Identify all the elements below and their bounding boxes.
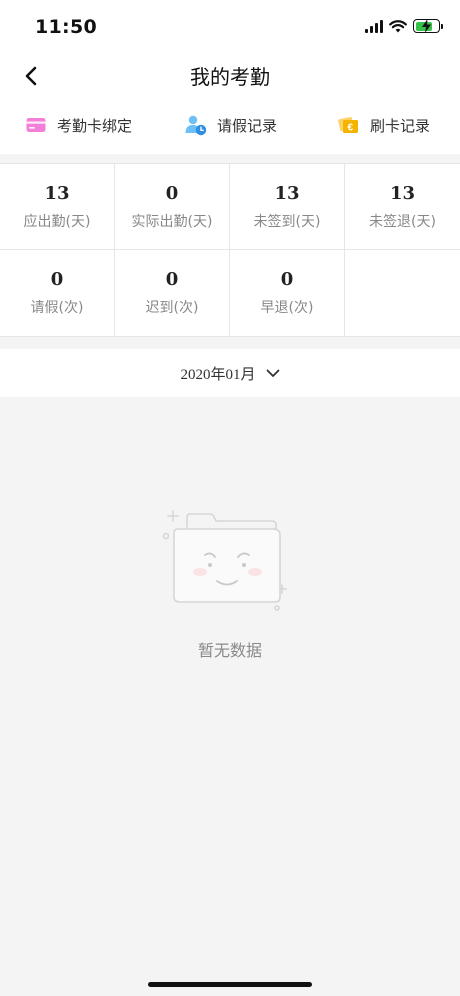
empty-state: 暂无数据 (0, 505, 460, 661)
attendance-stats: 13 应出勤(天) 0 实际出勤(天) 13 未签到(天) 13 未签退(天) … (0, 163, 460, 337)
swipe-records-button[interactable]: € 刷卡记录 (338, 96, 430, 154)
stat-label: 实际出勤(天) (131, 213, 213, 230)
stat-label: 早退(次) (260, 300, 314, 316)
card-binding-button[interactable]: 考勤卡绑定 (25, 96, 132, 154)
stat-not-signed-in: 13 未签到(天) (230, 164, 345, 250)
stat-expected-attendance: 13 应出勤(天) (0, 164, 115, 250)
stat-value: 13 (274, 182, 300, 204)
stat-leave: 0 请假(次) (0, 250, 115, 336)
svg-text:€: € (348, 123, 354, 134)
month-selector[interactable]: 2020年01月 (0, 349, 460, 397)
stat-value: 13 (44, 182, 70, 204)
stat-label: 应出勤(天) (23, 213, 91, 230)
page-title: 我的考勤 (190, 65, 270, 89)
user-clock-icon (185, 114, 207, 136)
stat-label: 请假(次) (30, 300, 84, 316)
home-indicator (148, 982, 312, 987)
stat-value: 0 (280, 269, 294, 290)
stat-not-signed-out: 13 未签退(天) (345, 164, 460, 250)
stat-value: 13 (389, 182, 416, 204)
stat-early-leave: 0 早退(次) (230, 250, 345, 336)
stat-value: 0 (50, 269, 64, 290)
swipe-records-label: 刷卡记录 (370, 116, 431, 135)
stat-label: 未签退(天) (369, 213, 436, 230)
status-icons (365, 19, 443, 33)
signal-icon (365, 19, 383, 33)
leave-records-button[interactable]: 请假记录 (185, 96, 277, 154)
empty-folder-icon (162, 510, 287, 611)
stat-empty-cell (345, 250, 460, 336)
stat-label: 未签到(天) (253, 213, 321, 230)
wifi-icon (389, 19, 407, 32)
stat-label: 迟到(次) (145, 300, 199, 316)
stat-value: 0 (165, 182, 179, 204)
battery-charging-icon (413, 19, 443, 33)
stat-late: 0 迟到(次) (115, 250, 230, 336)
status-time: 11:50 (35, 16, 97, 38)
ticket-icon: € (338, 114, 360, 136)
status-bar: 11:50 (0, 0, 460, 56)
empty-state-text: 暂无数据 (197, 641, 262, 660)
quick-actions: 考勤卡绑定 请假记录 € 刷卡记录 (0, 96, 460, 154)
nav-bar: 我的考勤 (0, 56, 460, 96)
stat-actual-attendance: 0 实际出勤(天) (115, 164, 230, 250)
chevron-down-icon (266, 369, 279, 377)
card-binding-label: 考勤卡绑定 (57, 116, 133, 135)
month-label: 2020年01月 (180, 366, 256, 383)
leave-records-label: 请假记录 (217, 116, 278, 135)
stat-value: 0 (165, 269, 179, 290)
card-icon (25, 114, 47, 136)
